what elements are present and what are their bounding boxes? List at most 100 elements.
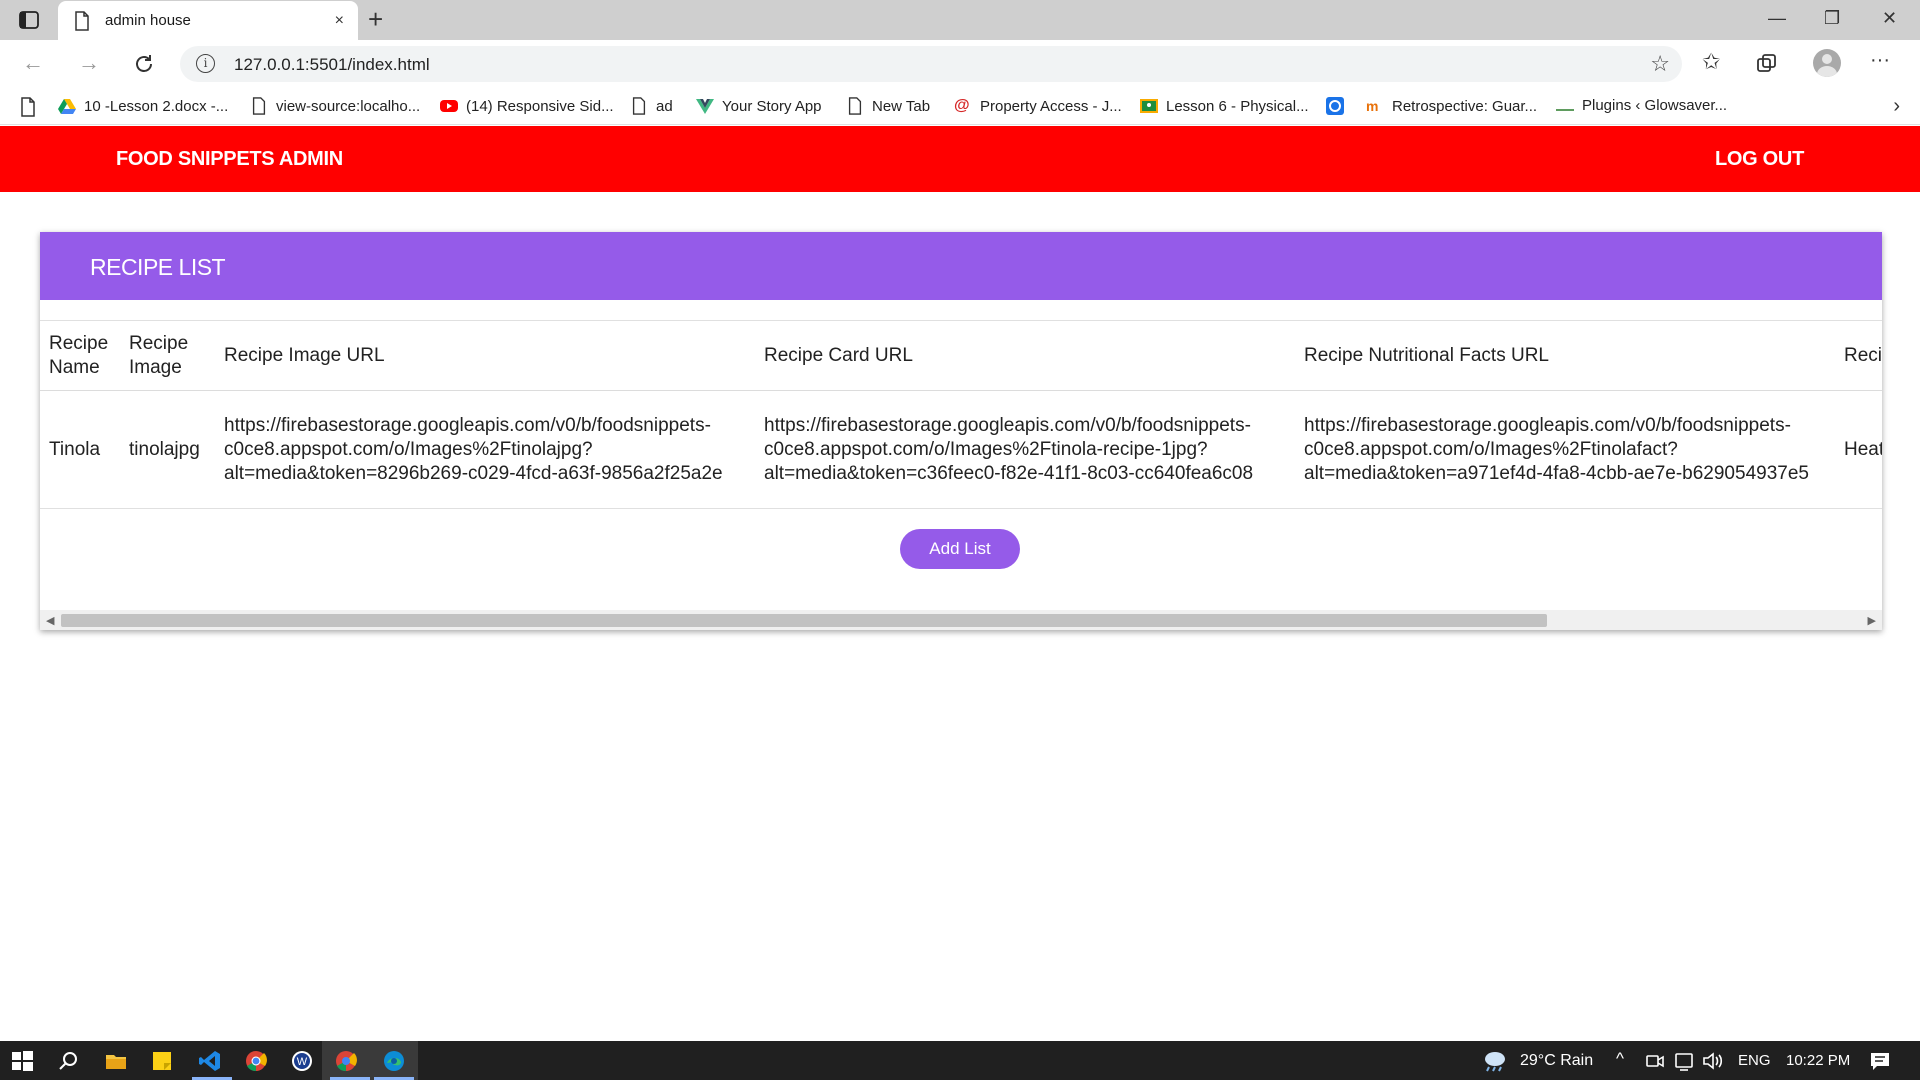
- recipe-table: Recipe Name Recipe Image Recipe Image UR…: [40, 320, 1882, 509]
- bookmark-label: Property Access - J...: [980, 97, 1122, 115]
- recipe-image-url-cell: https://firebasestorage.googleapis.com/v…: [224, 414, 723, 484]
- address-bar[interactable]: i 127.0.0.1:5501/index.html ☆: [180, 46, 1682, 82]
- tm-icon: m: [1366, 98, 1379, 114]
- table-header-row: Recipe Name Recipe Image Recipe Image UR…: [40, 320, 1882, 391]
- url-text[interactable]: 127.0.0.1:5501/index.html: [234, 55, 430, 75]
- weather-cloud-rain-icon[interactable]: [1480, 1049, 1510, 1073]
- card-title: RECIPE LIST: [90, 254, 226, 280]
- column-header: Recipe Nutritional Facts URL: [1304, 344, 1549, 366]
- page-icon: [252, 97, 266, 115]
- bookmark-label: 10 -Lesson 2.docx -...: [84, 97, 229, 115]
- chevron-up-icon[interactable]: ^: [1616, 1049, 1624, 1069]
- app-header: FOOD SNIPPETS ADMIN LOG OUT: [0, 126, 1920, 192]
- windows-start-icon[interactable]: [10, 1049, 34, 1073]
- dash-icon: [1556, 108, 1574, 111]
- google-drive-icon: [58, 99, 76, 114]
- search-icon[interactable]: [56, 1049, 80, 1073]
- youtube-icon: [440, 100, 458, 112]
- brand-title[interactable]: FOOD SNIPPETS ADMIN: [116, 148, 343, 171]
- recipe-nutrition-url-cell: https://firebasestorage.googleapis.com/v…: [1304, 414, 1809, 484]
- page-icon: [632, 97, 646, 115]
- classroom-icon: [1140, 99, 1158, 113]
- chrome-profile-icon[interactable]: [334, 1049, 358, 1073]
- bookmark-label: (14) Responsive Sid...: [466, 97, 614, 115]
- tab-actions-icon[interactable]: [18, 9, 40, 31]
- bookmarks-bar: 10 -Lesson 2.docx -... view-source:local…: [0, 88, 1920, 125]
- bookmark-item[interactable]: @ Property Access - J...: [954, 97, 1122, 115]
- recipe-list-card: RECIPE LIST Recipe Name Recipe Image Rec…: [40, 232, 1882, 630]
- new-tab-button[interactable]: +: [368, 6, 383, 32]
- page-icon: [75, 11, 89, 31]
- minimize-button[interactable]: —: [1768, 8, 1786, 29]
- at-icon: @: [954, 97, 970, 114]
- browser-tab-bar: admin house × + — ❐ ✕: [0, 0, 1920, 40]
- column-header: Recipe Image URL: [224, 344, 385, 366]
- bookmark-item[interactable]: Lesson 6 - Physical...: [1140, 97, 1309, 115]
- bookmark-item[interactable]: 10 -Lesson 2.docx -...: [58, 97, 228, 115]
- windows-taskbar: W 29°C Rain ^ ENG 10:22 PM: [0, 1041, 1920, 1080]
- chrome-icon[interactable]: [244, 1049, 268, 1073]
- bookmark-item[interactable]: [1326, 97, 1344, 115]
- column-header: Recipe Name: [49, 332, 109, 378]
- bookmark-item[interactable]: New Tab: [846, 97, 930, 115]
- tab-title: admin house: [105, 12, 191, 29]
- column-header: Recipe Image: [129, 332, 189, 378]
- table-row: Tinola tinolajpg https://firebasestorage…: [40, 391, 1882, 509]
- add-favorite-icon[interactable]: ☆: [1650, 51, 1670, 77]
- column-header: Recipe Card URL: [764, 344, 913, 366]
- bookmark-label: Lesson 6 - Physical...: [1166, 97, 1309, 115]
- edge-icon[interactable]: [382, 1049, 406, 1073]
- blue-app-icon: [1326, 97, 1344, 115]
- browser-tab[interactable]: admin house ×: [58, 1, 358, 40]
- network-icon[interactable]: [1674, 1049, 1694, 1073]
- vue-icon: [696, 99, 714, 114]
- sticky-notes-icon[interactable]: [150, 1049, 174, 1073]
- bookmark-label: view-source:localho...: [276, 97, 421, 115]
- column-header: Recipe Instructions: [1844, 344, 1882, 366]
- scrollbar-thumb[interactable]: [61, 614, 1547, 627]
- vscode-icon[interactable]: [198, 1049, 222, 1073]
- file-explorer-icon[interactable]: [104, 1049, 128, 1073]
- wps-app-icon[interactable]: W: [290, 1049, 314, 1073]
- notifications-icon[interactable]: [1868, 1049, 1892, 1073]
- close-tab-icon[interactable]: ×: [335, 12, 344, 30]
- forward-arrow-icon[interactable]: →: [78, 50, 100, 76]
- bookmark-item[interactable]: m Retrospective: Guar...: [1366, 97, 1537, 115]
- bookmark-item[interactable]: ad: [630, 97, 673, 115]
- weather-text[interactable]: 29°C Rain: [1520, 1052, 1593, 1070]
- bookmark-item[interactable]: view-source:localho...: [250, 97, 420, 115]
- bookmark-label: Your Story App: [722, 97, 822, 115]
- reload-icon[interactable]: [132, 52, 156, 76]
- bookmark-label: ad: [656, 97, 673, 115]
- back-arrow-icon[interactable]: ←: [22, 50, 44, 76]
- address-row: ← → i 127.0.0.1:5501/index.html ☆ ✩ ···: [0, 40, 1920, 88]
- page-icon: [848, 97, 862, 115]
- volume-icon[interactable]: [1702, 1049, 1724, 1073]
- close-window-button[interactable]: ✕: [1882, 8, 1897, 29]
- page-icon[interactable]: [20, 97, 36, 117]
- recipe-image-cell: tinolajpg: [129, 438, 200, 460]
- scroll-right-arrow-icon[interactable]: ▶: [1868, 614, 1876, 627]
- profile-avatar[interactable]: [1813, 49, 1841, 77]
- clock[interactable]: 10:22 PM: [1786, 1052, 1850, 1069]
- card-header: RECIPE LIST: [40, 232, 1882, 300]
- scroll-left-arrow-icon[interactable]: ◀: [46, 614, 54, 627]
- camera-icon[interactable]: [1646, 1049, 1664, 1073]
- bookmark-item[interactable]: (14) Responsive Sid...: [440, 97, 614, 115]
- bookmark-label: Plugins ‹ Glowsaver...: [1582, 97, 1728, 114]
- language-indicator[interactable]: ENG: [1738, 1052, 1771, 1069]
- bookmark-item[interactable]: Your Story App: [696, 97, 822, 115]
- horizontal-scrollbar[interactable]: ◀ ▶: [40, 610, 1882, 630]
- favorites-icon[interactable]: ✩: [1702, 49, 1720, 75]
- collections-icon[interactable]: [1756, 53, 1778, 75]
- add-list-button[interactable]: Add List: [900, 529, 1020, 569]
- chevron-right-icon[interactable]: ›: [1893, 95, 1900, 118]
- site-info-icon[interactable]: i: [196, 54, 215, 73]
- recipe-name-cell: Tinola: [49, 438, 101, 460]
- recipe-instructions-cell: Heat: [1844, 438, 1882, 460]
- restore-button[interactable]: ❐: [1824, 8, 1840, 29]
- logout-link[interactable]: LOG OUT: [1715, 148, 1804, 171]
- more-menu-icon[interactable]: ···: [1870, 49, 1890, 72]
- bookmark-item[interactable]: Plugins ‹ Glowsaver...: [1556, 97, 1727, 114]
- svg-text:W: W: [297, 1056, 308, 1068]
